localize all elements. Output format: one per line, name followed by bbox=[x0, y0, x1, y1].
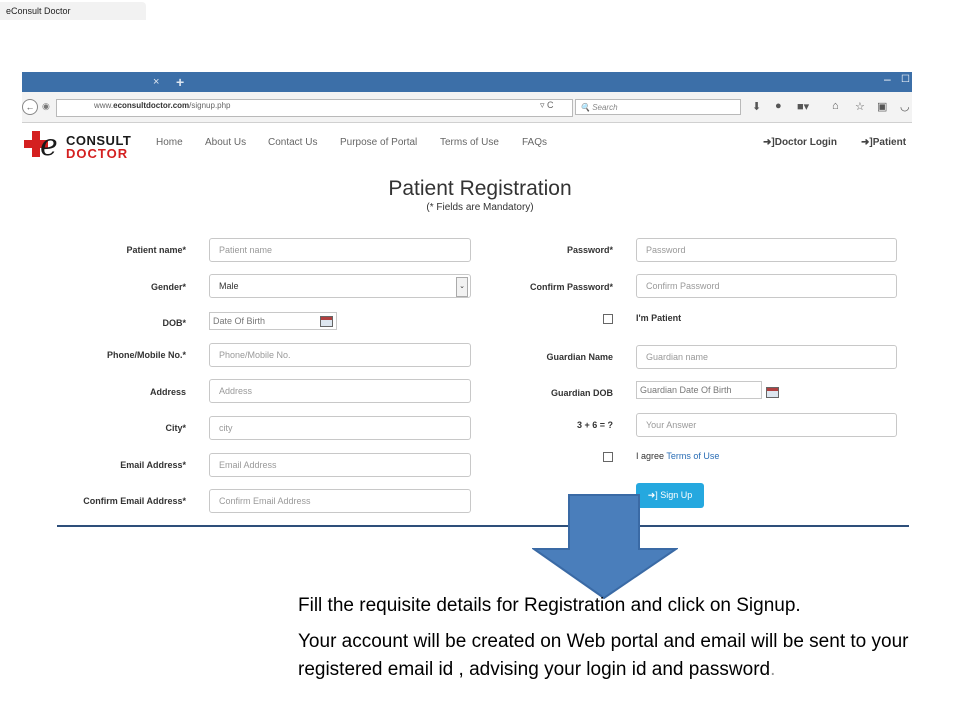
confirm-email-input[interactable]: Confirm Email Address bbox=[209, 489, 471, 513]
im-patient-checkbox[interactable] bbox=[603, 314, 613, 324]
nav-contact-us[interactable]: Contact Us bbox=[268, 137, 317, 148]
gender-value: Male bbox=[219, 281, 239, 291]
gender-label: Gender* bbox=[150, 282, 186, 292]
download-icon[interactable]: ⬇ bbox=[752, 100, 761, 113]
im-patient-label: I'm Patient bbox=[636, 313, 682, 323]
guardian-dob-input[interactable]: Guardian Date Of Birth bbox=[636, 381, 762, 399]
login-icon: ➜] bbox=[861, 137, 873, 148]
email-input[interactable]: Email Address bbox=[209, 453, 471, 477]
calendar-icon[interactable] bbox=[766, 387, 779, 398]
patient-name-label: Patient name* bbox=[126, 245, 186, 255]
email-label: Email Address* bbox=[120, 460, 186, 470]
terms-of-use-link[interactable]: Terms of Use bbox=[666, 451, 719, 461]
tab-close-icon[interactable]: × bbox=[153, 76, 159, 88]
home-icon[interactable]: ⌂ bbox=[832, 100, 839, 112]
agree-terms-text: I agree Terms of Use bbox=[636, 451, 720, 461]
bookmark-star-icon[interactable]: ☆ bbox=[855, 100, 865, 113]
city-label: City* bbox=[165, 423, 186, 433]
password-input[interactable]: Password bbox=[636, 238, 897, 262]
url-text: www.econsultdoctor.com/signup.php bbox=[94, 101, 231, 110]
browser-tab[interactable]: eConsult Doctor bbox=[0, 2, 146, 20]
minimize-icon[interactable]: – bbox=[884, 72, 891, 86]
captcha-input[interactable]: Your Answer bbox=[636, 413, 897, 437]
pocket-icon[interactable]: ◡ bbox=[900, 100, 910, 113]
guardian-dob-label: Guardian DOB bbox=[550, 388, 613, 398]
page-title: Patient Registration bbox=[388, 177, 572, 200]
dob-label: DOB* bbox=[162, 318, 186, 328]
extension-icon[interactable]: ■▾ bbox=[797, 100, 809, 113]
calendar-icon[interactable] bbox=[320, 316, 333, 327]
search-input[interactable]: 🔍 Search bbox=[575, 99, 741, 115]
nav-home[interactable]: Home bbox=[156, 137, 183, 148]
password-label: Password* bbox=[566, 245, 613, 255]
confirm-email-label: Confirm Email Address* bbox=[83, 496, 186, 506]
login-icon: ➜] bbox=[763, 137, 775, 148]
logo-text-bottom: DOCTOR bbox=[66, 146, 129, 161]
patient-login-link[interactable]: ➜]Patient bbox=[861, 137, 906, 148]
nav-terms-of-use[interactable]: Terms of Use bbox=[440, 137, 499, 148]
browser-tab-title: eConsult Doctor bbox=[6, 6, 71, 16]
down-arrow-icon bbox=[532, 494, 678, 600]
confirm-password-input[interactable]: Confirm Password bbox=[636, 274, 897, 298]
back-arrow-icon[interactable]: ← bbox=[22, 99, 38, 115]
chevron-down-icon: ⌄ bbox=[456, 277, 468, 297]
gender-select[interactable]: Male ⌄ bbox=[209, 274, 471, 298]
guardian-name-input[interactable]: Guardian name bbox=[636, 345, 897, 369]
agree-terms-checkbox[interactable] bbox=[603, 452, 613, 462]
phone-label: Phone/Mobile No.* bbox=[106, 350, 186, 360]
instruction-text-1: Fill the requisite details for Registrat… bbox=[298, 595, 801, 616]
reload-icon[interactable]: ▿ C bbox=[540, 100, 554, 111]
nav-faqs[interactable]: FAQs bbox=[522, 137, 547, 148]
new-tab-icon[interactable]: + bbox=[176, 74, 184, 90]
nav-about-us[interactable]: About Us bbox=[205, 137, 246, 148]
dob-input[interactable]: Date Of Birth bbox=[209, 312, 337, 330]
maximize-icon[interactable]: ☐ bbox=[901, 74, 910, 85]
patient-name-input[interactable]: Patient name bbox=[209, 238, 471, 262]
site-info-icon[interactable]: ◉ bbox=[42, 101, 50, 112]
captcha-label: 3 + 6 = ? bbox=[576, 420, 613, 430]
guardian-name-label: Guardian Name bbox=[546, 352, 613, 362]
chat-icon[interactable]: ● bbox=[775, 100, 782, 112]
form-divider bbox=[57, 525, 909, 527]
nav-purpose-of-portal[interactable]: Purpose of Portal bbox=[340, 137, 417, 148]
confirm-password-label: Confirm Password* bbox=[529, 282, 613, 292]
address-label: Address bbox=[149, 387, 186, 397]
phone-input[interactable]: Phone/Mobile No. bbox=[209, 343, 471, 367]
logo-letter: e bbox=[40, 128, 58, 163]
city-input[interactable]: city bbox=[209, 416, 471, 440]
page-subtitle: (* Fields are Mandatory) bbox=[426, 202, 534, 213]
doctor-login-link[interactable]: ➜]Doctor Login bbox=[763, 137, 837, 148]
address-input[interactable]: Address bbox=[209, 379, 471, 403]
clipboard-icon[interactable]: ▣ bbox=[877, 100, 887, 113]
instruction-text-2: Your account will be created on Web port… bbox=[298, 631, 909, 680]
